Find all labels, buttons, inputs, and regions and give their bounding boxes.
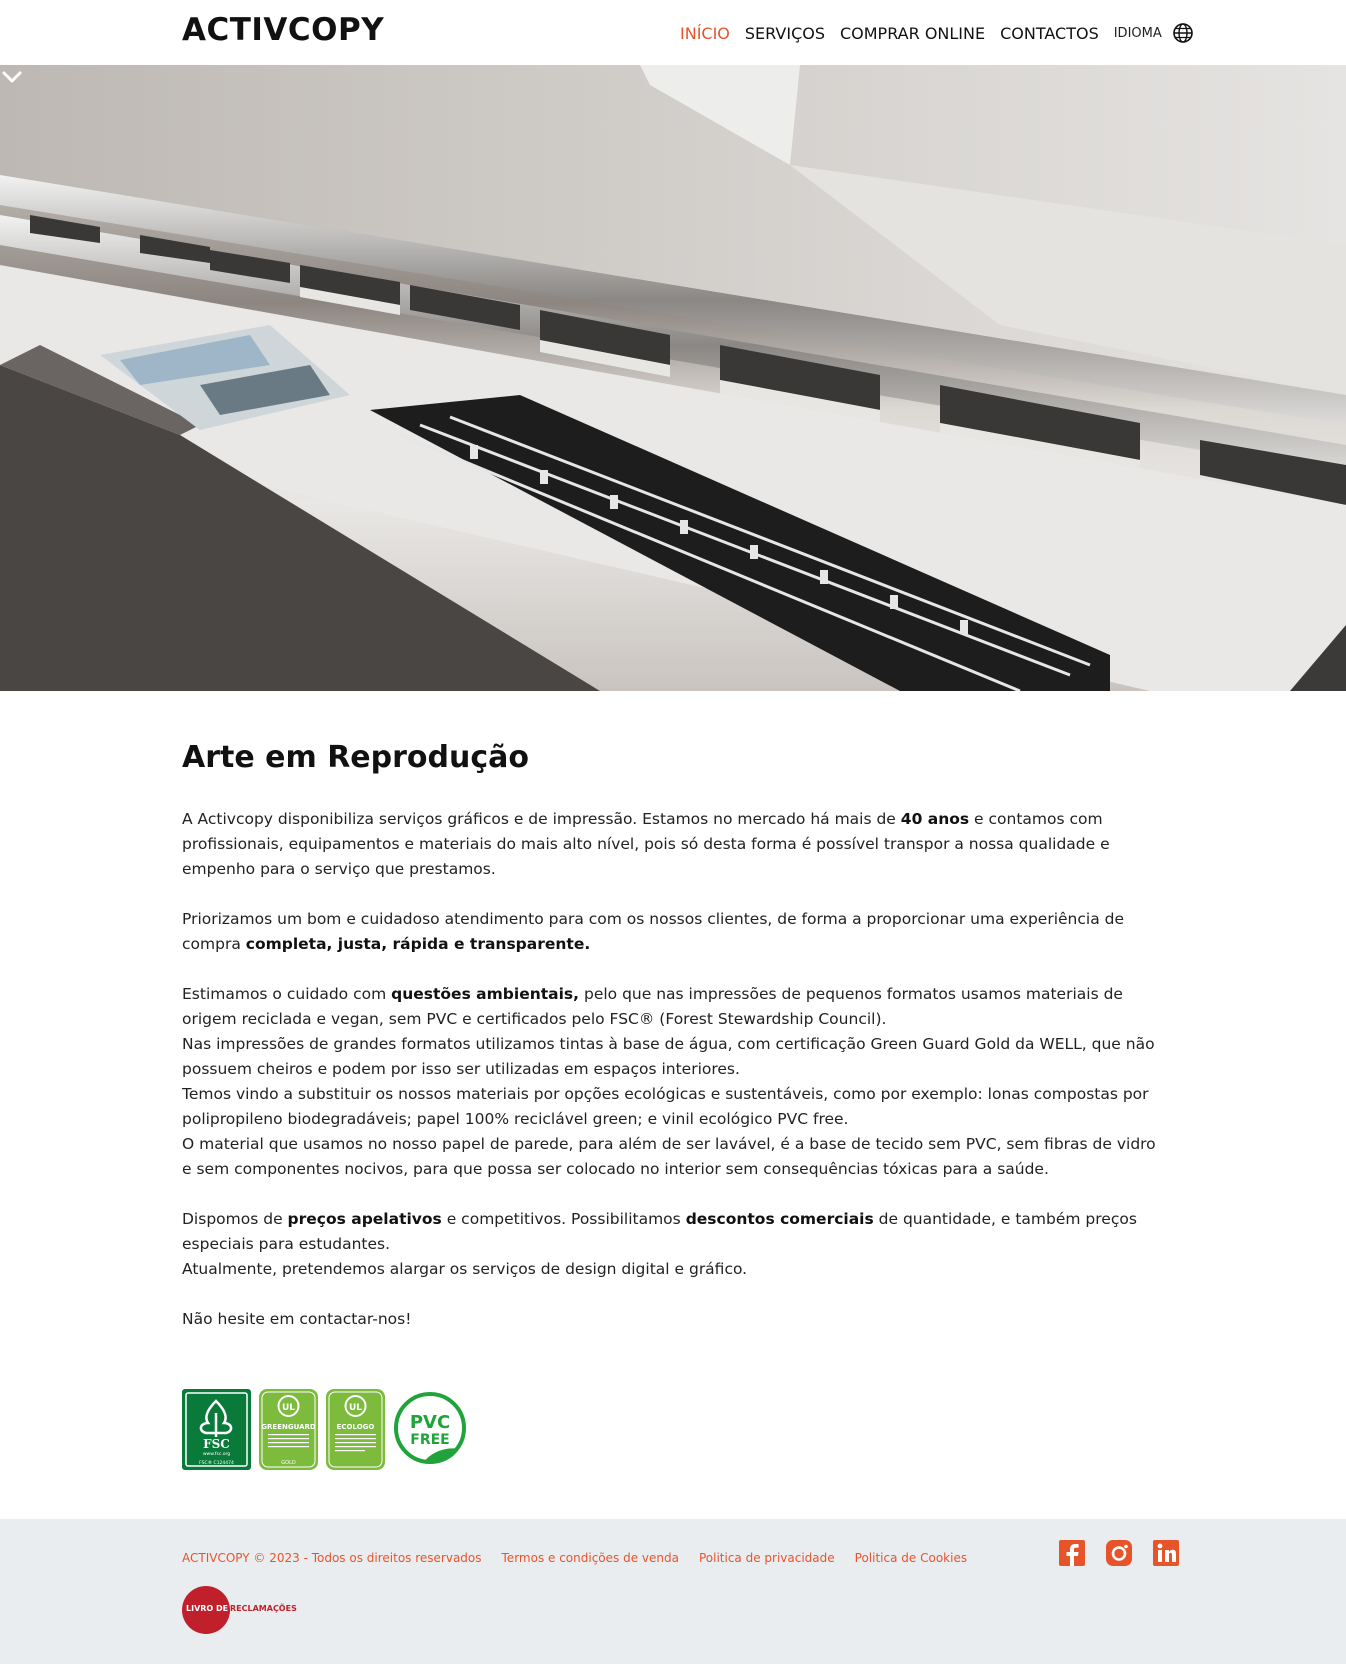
facebook-icon[interactable]: [1058, 1539, 1086, 1567]
site-footer: ACTIVCOPY © 2023 - Todos os direitos res…: [0, 1519, 1346, 1664]
paragraph-environment: Estimamos o cuidado com questões ambient…: [182, 985, 1123, 1028]
svg-text:UL: UL: [349, 1403, 362, 1413]
pvc-free-badge: PVC FREE: [394, 1392, 466, 1464]
paragraph-inks: Nas impressões de grandes formatos utili…: [182, 1035, 1155, 1078]
paragraph-prices: Dispomos de preços apelativos e competit…: [182, 1210, 1137, 1253]
paragraph-service: Priorizamos um bom e cuidadoso atendimen…: [182, 910, 1125, 953]
svg-text:GOLD: GOLD: [281, 1460, 296, 1466]
footer-link-cookies[interactable]: Politica de Cookies: [855, 1551, 967, 1565]
page-title: Arte em Reprodução: [182, 740, 529, 775]
footer-link-privacy[interactable]: Politica de privacidade: [699, 1551, 835, 1565]
fsc-badge: FSC www.fsc.org FSC® C124474: [182, 1389, 251, 1470]
paragraph-wallpaper: O material que usamos no nosso papel de …: [182, 1135, 1156, 1178]
nav-item-servicos[interactable]: SERVIÇOS: [745, 24, 825, 43]
hero-banner: [0, 65, 1346, 691]
main-content: Arte em Reprodução A Activcopy disponibi…: [182, 740, 1167, 1332]
svg-text:www.fsc.org: www.fsc.org: [203, 1451, 230, 1457]
svg-text:FREE: FREE: [410, 1432, 449, 1448]
nav-item-comprar-online[interactable]: COMPRAR ONLINE: [840, 24, 985, 43]
footer-links: ACTIVCOPY © 2023 - Todos os direitos res…: [182, 1551, 987, 1565]
instagram-icon[interactable]: [1105, 1539, 1133, 1567]
language-label[interactable]: IDIOMA: [1114, 26, 1162, 41]
nav-item-contactos[interactable]: CONTACTOS: [1000, 24, 1099, 43]
globe-icon[interactable]: [1172, 22, 1194, 44]
svg-text:GREENGUARD: GREENGUARD: [261, 1423, 316, 1431]
svg-text:UL: UL: [282, 1403, 295, 1413]
main-nav: INÍCIO SERVIÇOS COMPRAR ONLINE CONTACTOS…: [680, 22, 1194, 44]
paragraph-materials: Temos vindo a substituir os nossos mater…: [182, 1085, 1149, 1128]
livro-reclamacoes-logo: LIVRO DE: [182, 1586, 230, 1634]
paragraph-intro: A Activcopy disponibiliza serviços gráfi…: [182, 810, 1110, 878]
footer-link-terms[interactable]: Termos e condições de venda: [502, 1551, 679, 1565]
ecologo-badge: UL ECOLOGO: [326, 1389, 385, 1470]
chevron-down-icon[interactable]: [0, 65, 24, 89]
printer-photo: [0, 65, 1346, 691]
livro-reclamacoes-link[interactable]: LIVRO DE RECLAMAÇÕES: [182, 1586, 297, 1634]
copyright-text: ACTIVCOPY © 2023 - Todos os direitos res…: [182, 1551, 482, 1565]
paragraph-design: Atualmente, pretendemos alargar os servi…: [182, 1260, 748, 1278]
linkedin-icon[interactable]: [1152, 1539, 1180, 1567]
site-logo[interactable]: ACTIVCOPY: [182, 12, 384, 48]
nav-item-inicio[interactable]: INÍCIO: [680, 24, 730, 43]
svg-text:ECOLOGO: ECOLOGO: [337, 1423, 375, 1431]
site-header: ACTIVCOPY INÍCIO SERVIÇOS COMPRAR ONLINE…: [0, 0, 1346, 65]
greenguard-badge: UL GREENGUARD GOLD: [259, 1389, 318, 1470]
social-links: [1058, 1539, 1199, 1567]
paragraph-contact: Não hesite em contactar-nos!: [182, 1310, 412, 1328]
svg-text:PVC: PVC: [410, 1412, 450, 1433]
svg-text:FSC® C124474: FSC® C124474: [199, 1459, 234, 1466]
svg-text:FSC: FSC: [203, 1437, 230, 1451]
certification-badges: FSC www.fsc.org FSC® C124474 UL GREENGUA…: [182, 1389, 477, 1470]
